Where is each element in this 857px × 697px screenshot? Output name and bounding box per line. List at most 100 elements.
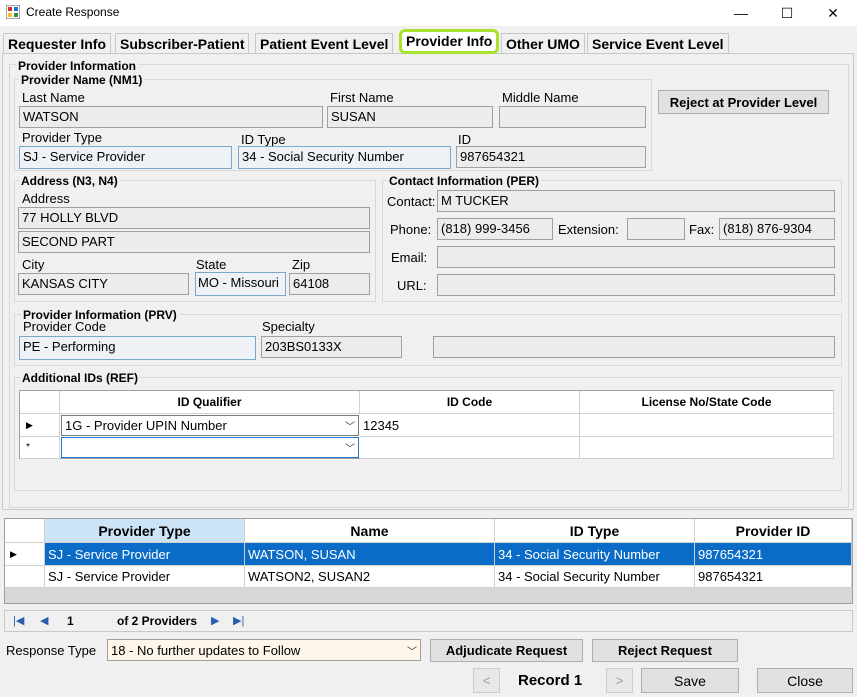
response-type-dropdown[interactable]: 18 - No further updates to Follow ﹀ <box>107 639 421 661</box>
table-row[interactable]: 34 - Social Security Number <box>495 543 695 566</box>
tab-provider-info[interactable]: Provider Info <box>399 29 500 54</box>
column-header[interactable]: Name <box>245 519 495 543</box>
previous-record-button[interactable]: < <box>473 668 500 693</box>
middle-name-field[interactable] <box>499 106 646 128</box>
providers-grid: Provider Type Name ID Type Provider ID ▶… <box>4 518 853 604</box>
response-type-label: Response Type <box>6 643 97 658</box>
table-row[interactable]: WATSON2, SUSAN2 <box>245 566 495 588</box>
license-cell[interactable] <box>580 414 834 437</box>
row-indicator[interactable]: ▶ <box>5 543 45 566</box>
middle-name-label: Middle Name <box>502 90 579 105</box>
email-field[interactable] <box>437 246 835 268</box>
chevron-down-icon: ﹀ <box>345 444 355 455</box>
table-row[interactable]: SJ - Service Provider <box>45 543 245 566</box>
fax-field[interactable]: (818) 876-9304 <box>719 218 835 240</box>
url-label: URL: <box>397 278 427 293</box>
table-row[interactable]: WATSON, SUSAN <box>245 543 495 566</box>
id-type-field[interactable]: 34 - Social Security Number <box>238 146 451 169</box>
column-header[interactable]: Provider Type <box>45 519 245 543</box>
minimize-icon: — <box>734 5 748 21</box>
address-line2-field[interactable]: SECOND PART <box>18 231 370 253</box>
provider-name-title: Provider Name (NM1) <box>19 73 145 87</box>
id-label: ID <box>458 132 471 147</box>
id-code-cell[interactable]: 12345 <box>360 414 580 437</box>
phone-field[interactable]: (818) 999-3456 <box>437 218 553 240</box>
provider-code-field[interactable]: PE - Performing <box>19 336 256 360</box>
minimize-button[interactable]: — <box>718 0 764 26</box>
extension-field[interactable] <box>627 218 685 240</box>
column-header[interactable]: ID Code <box>360 391 580 414</box>
url-field[interactable] <box>437 274 835 296</box>
save-button[interactable]: Save <box>641 668 739 693</box>
id-qualifier-dropdown[interactable]: 1G - Provider UPIN Number ﹀ <box>61 415 359 436</box>
chevron-down-icon: ﹀ <box>345 422 355 433</box>
last-name-label: Last Name <box>22 90 85 105</box>
provider-type-label: Provider Type <box>22 130 102 145</box>
maximize-button[interactable]: ☐ <box>764 0 810 26</box>
state-label: State <box>196 257 227 272</box>
tab-service-event-level[interactable]: Service Event Level <box>587 33 729 53</box>
app-icon <box>6 5 20 19</box>
first-name-field[interactable]: SUSAN <box>327 106 493 128</box>
column-header[interactable]: ID Type <box>495 519 695 543</box>
tab-patient-event-level[interactable]: Patient Event Level <box>255 33 394 53</box>
new-id-code-cell[interactable] <box>360 437 580 459</box>
table-row[interactable]: SJ - Service Provider <box>45 566 245 588</box>
maximize-icon: ☐ <box>780 4 794 21</box>
binding-navigator: |◀ ◀ 1 of 2 Providers ▶ ▶| <box>4 610 853 632</box>
window-title: Create Response <box>26 5 120 19</box>
id-type-label: ID Type <box>241 132 286 147</box>
zip-label: Zip <box>292 257 311 272</box>
next-record-button[interactable]: > <box>606 668 633 693</box>
adjudicate-request-button[interactable]: Adjudicate Request <box>430 639 583 662</box>
specialty-field[interactable]: 203BS0133X <box>261 336 402 358</box>
reject-provider-level-button[interactable]: Reject at Provider Level <box>658 90 829 114</box>
new-license-cell[interactable] <box>580 437 834 459</box>
specialty-description-field[interactable] <box>433 336 835 358</box>
extension-label: Extension: <box>558 222 619 237</box>
first-record-icon[interactable]: |◀ <box>13 614 24 627</box>
grid-corner <box>20 391 60 414</box>
address-line1-field[interactable]: 77 HOLLY BLVD <box>18 207 370 229</box>
tab-other-umo[interactable]: Other UMO <box>501 33 585 53</box>
email-label: Email: <box>391 250 428 265</box>
last-record-icon[interactable]: ▶| <box>233 614 244 627</box>
close-button[interactable]: Close <box>757 668 853 693</box>
position-field[interactable]: 1 <box>67 614 74 628</box>
response-type-value: 18 - No further updates to Follow <box>111 642 301 658</box>
column-header[interactable]: License No/State Code <box>580 391 834 414</box>
zip-field[interactable]: 64108 <box>289 273 370 295</box>
state-field[interactable]: MO - Missouri <box>195 272 286 296</box>
new-id-qualifier-dropdown[interactable]: ﹀ <box>61 437 359 458</box>
table-row[interactable]: 987654321 <box>695 543 852 566</box>
city-label: City <box>22 257 45 272</box>
contact-name-field[interactable]: M TUCKER <box>437 190 835 212</box>
record-label: Record 1 <box>518 672 583 689</box>
contact-title: Contact Information (PER) <box>387 174 541 188</box>
last-name-field[interactable]: WATSON <box>19 106 323 128</box>
additional-ids-grid: ID Qualifier ID Code License No/State Co… <box>19 390 834 459</box>
first-name-label: First Name <box>330 90 394 105</box>
new-row-indicator[interactable]: * <box>20 437 60 459</box>
table-row[interactable]: 987654321 <box>695 566 852 588</box>
chevron-down-icon: ﹀ <box>407 646 417 658</box>
address-label: Address <box>22 191 70 206</box>
city-field[interactable]: KANSAS CITY <box>18 273 189 295</box>
column-header[interactable]: Provider ID <box>695 519 852 543</box>
provider-type-field[interactable]: SJ - Service Provider <box>19 146 232 169</box>
row-indicator[interactable]: ▶ <box>20 414 60 437</box>
address-title: Address (N3, N4) <box>19 174 120 188</box>
previous-record-icon[interactable]: ◀ <box>40 614 48 627</box>
provider-information-title: Provider Information <box>16 59 139 73</box>
reject-request-button[interactable]: Reject Request <box>592 639 738 662</box>
column-header[interactable]: ID Qualifier <box>60 391 360 414</box>
row-indicator[interactable] <box>5 566 45 588</box>
tab-subscriber-patient[interactable]: Subscriber-Patient <box>115 33 250 53</box>
table-row[interactable]: 34 - Social Security Number <box>495 566 695 588</box>
contact-label: Contact: <box>387 194 436 209</box>
close-window-button[interactable]: ✕ <box>810 0 856 26</box>
tab-requester-info[interactable]: Requester Info <box>3 33 112 53</box>
specialty-label: Specialty <box>262 319 315 334</box>
next-record-icon[interactable]: ▶ <box>211 614 219 627</box>
provider-id-field[interactable]: 987654321 <box>456 146 646 168</box>
